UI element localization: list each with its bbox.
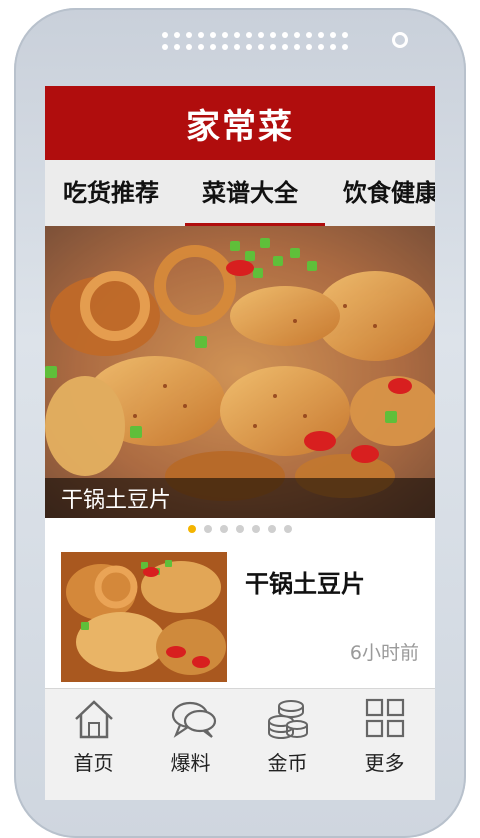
coins-icon <box>268 700 308 739</box>
list-item-title: 干锅土豆片 <box>245 570 365 598</box>
pager-dot[interactable] <box>268 525 276 533</box>
list-item-thumbnail <box>61 552 227 682</box>
pager-dot[interactable] <box>220 525 228 533</box>
grid-icon <box>365 698 405 738</box>
nav-home[interactable]: 首页 <box>45 689 142 777</box>
banner-food-photo <box>45 226 435 518</box>
title-bar: 家常菜 <box>45 86 435 160</box>
nav-more-label: 更多 <box>364 751 405 775</box>
tab-healthy-eating[interactable]: 饮食健康 <box>343 160 435 226</box>
pager-dot[interactable] <box>284 525 292 533</box>
bottom-navigation: 首页 爆料 金币 更多 <box>45 688 435 800</box>
banner-caption-bar: 干锅土豆片 <box>45 478 435 518</box>
nav-tips[interactable]: 爆料 <box>142 689 239 777</box>
nav-coins[interactable]: 金币 <box>239 689 336 777</box>
home-icon <box>75 700 113 739</box>
nav-more[interactable]: 更多 <box>336 689 433 777</box>
nav-home-label: 首页 <box>73 751 114 775</box>
app-title: 家常菜 <box>186 106 294 147</box>
front-camera <box>392 32 408 48</box>
tab-recommend[interactable]: 吃货推荐 <box>63 160 159 226</box>
tab-recipes[interactable]: 菜谱大全 <box>202 160 298 226</box>
category-tabs: 吃货推荐 菜谱大全 饮食健康 <box>45 160 435 226</box>
speaker-grille <box>160 30 350 52</box>
nav-tips-label: 爆料 <box>170 751 211 775</box>
list-item-timestamp: 6小时前 <box>349 642 419 664</box>
nav-coins-label: 金币 <box>267 751 308 775</box>
pager-dot[interactable] <box>252 525 260 533</box>
chat-bubble-icon <box>171 701 217 738</box>
banner-caption: 干锅土豆片 <box>61 488 172 513</box>
pager-dot[interactable] <box>204 525 212 533</box>
banner-pager <box>45 518 435 540</box>
featured-banner[interactable]: 干锅土豆片 <box>45 226 435 518</box>
pager-dot[interactable] <box>188 525 196 533</box>
list-item[interactable]: 干锅土豆片 6小时前 <box>45 540 435 682</box>
pager-dot[interactable] <box>236 525 244 533</box>
app-screen: 家常菜 吃货推荐 菜谱大全 饮食健康 干锅土豆片 干锅土豆片 6小时前 首页 爆… <box>45 86 435 800</box>
